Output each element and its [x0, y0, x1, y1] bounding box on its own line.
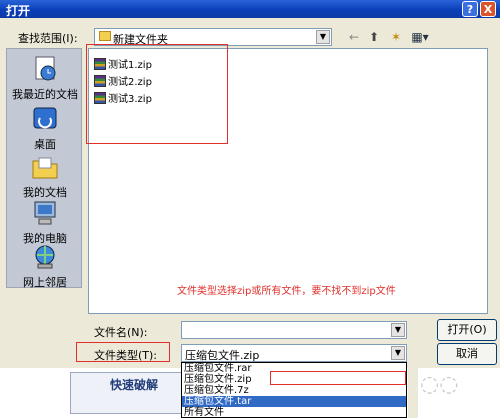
my-documents-icon	[30, 153, 60, 181]
place-desktop[interactable]: 桌面	[7, 105, 83, 152]
annotation-text: 文件类型选择zip或所有文件，要不找不到zip文件	[177, 286, 396, 297]
title-bar: 打开 ? X	[0, 0, 500, 18]
up-folder-icon[interactable]: ⬆	[366, 30, 382, 44]
place-my-computer[interactable]: 我的电脑	[7, 199, 83, 246]
my-computer-icon	[30, 199, 60, 227]
new-folder-icon[interactable]: ✶	[388, 30, 404, 44]
file-type-label: 文件类型(T):	[94, 349, 158, 362]
open-button[interactable]: 打开(O)	[437, 319, 497, 341]
dropdown-option[interactable]: 压缩包文件.7z	[182, 385, 406, 396]
chevron-down-icon[interactable]: ▼	[316, 30, 330, 44]
network-places-icon	[30, 243, 60, 271]
recent-documents-icon	[30, 55, 60, 83]
close-button[interactable]: X	[480, 1, 496, 17]
views-menu-icon[interactable]: ▦▾	[408, 30, 432, 44]
chevron-down-icon[interactable]: ▼	[391, 323, 405, 337]
file-name-label: 文件名(N):	[94, 326, 148, 339]
place-recent-documents[interactable]: 我最近的文档	[7, 55, 83, 102]
file-name-input[interactable]: ▼	[181, 321, 407, 339]
place-label: 桌面	[34, 138, 56, 151]
file-type-select[interactable]: 压缩包文件.zip ▼	[181, 344, 407, 362]
help-button[interactable]: ?	[462, 1, 478, 17]
files-highlight-box	[86, 44, 228, 144]
dropdown-option[interactable]: 压缩包文件.tar	[182, 396, 406, 407]
place-network[interactable]: 网上邻居	[7, 243, 83, 290]
places-bar: 我最近的文档 桌面 我的文档 我的电脑 网上邻居	[6, 48, 83, 290]
quick-crack-button[interactable]: 快速破解	[110, 376, 158, 393]
watermark-icon: ◌◌	[420, 372, 459, 397]
place-label: 网上邻居	[23, 276, 67, 289]
place-label: 我最近的文档	[12, 88, 78, 101]
place-my-documents[interactable]: 我的文档	[7, 153, 83, 200]
back-icon[interactable]: ←	[346, 30, 362, 44]
cancel-button[interactable]: 取消	[437, 343, 497, 365]
dropdown-option[interactable]: 所有文件	[182, 407, 406, 418]
folder-icon	[99, 31, 111, 41]
dialog-edge	[408, 362, 418, 418]
chevron-down-icon[interactable]: ▼	[391, 346, 405, 360]
window-title: 打开	[6, 4, 31, 18]
desktop-icon	[30, 105, 60, 133]
zip-option-highlight	[270, 371, 406, 385]
place-label: 我的文档	[23, 186, 67, 199]
look-in-label: 查找范围(I):	[18, 32, 78, 45]
